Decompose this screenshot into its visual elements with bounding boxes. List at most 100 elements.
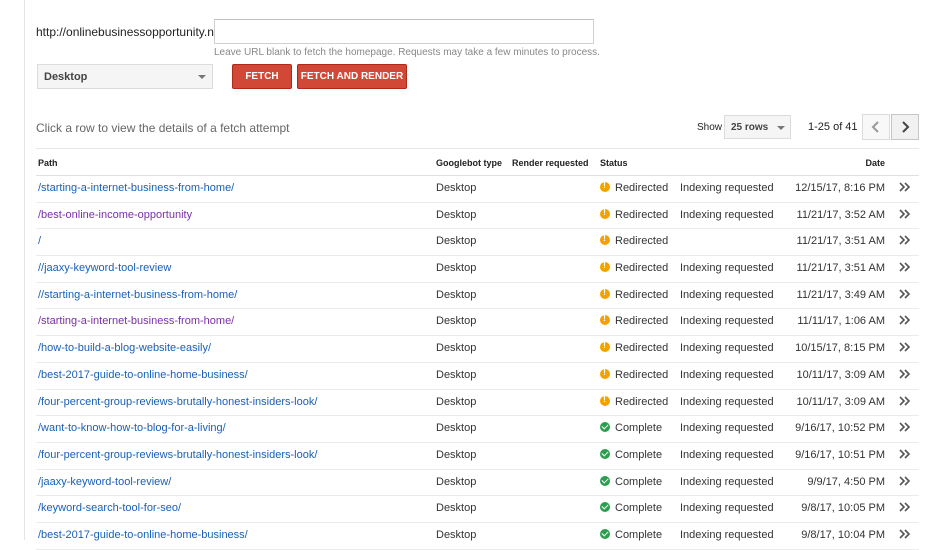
row-path-link[interactable]: /best-2017-guide-to-online-home-business…	[38, 369, 248, 381]
double-chevron-right-icon[interactable]	[899, 528, 911, 543]
row-date: 9/9/17, 4:50 PM	[807, 475, 885, 488]
row-status: Redirected	[600, 394, 668, 408]
table-row[interactable]: /starting-a-internet-business-from-home/…	[36, 309, 919, 337]
row-date: 11/11/17, 1:06 AM	[797, 315, 885, 328]
row-googlebot-type: Desktop	[436, 315, 477, 328]
row-status: Complete	[600, 422, 662, 434]
row-googlebot-type: Desktop	[436, 422, 477, 435]
warning-icon	[600, 287, 610, 299]
table-row[interactable]: /keyword-search-tool-for-seo/Desktop Comp…	[36, 496, 919, 523]
row-status-label: Redirected	[615, 342, 669, 355]
double-chevron-right-icon[interactable]	[899, 448, 911, 463]
row-path-link[interactable]: /starting-a-internet-business-from-home/	[38, 182, 234, 194]
row-googlebot-type: Desktop	[436, 182, 477, 194]
table-row[interactable]: / Desktop Redirected 11/21/17, 3:51 AM	[36, 229, 919, 257]
table-row[interactable]: /want-to-know-how-to-blog-for-a-living/D…	[36, 416, 919, 443]
table-row[interactable]: /best-online-income-opportunity Desktop Re…	[36, 203, 919, 230]
row-date: 10/11/17, 3:09 AM	[796, 395, 885, 408]
row-path-link[interactable]: /best-2017-guide-to-online-home-business…	[38, 529, 248, 541]
table-row[interactable]: //jaaxy-keyword-tool-review Desktop Redire…	[36, 256, 919, 283]
row-date: 10/15/17, 8:15 PM	[795, 342, 885, 355]
warning-icon	[600, 180, 610, 192]
row-status-label: Redirected	[615, 208, 669, 221]
row-date: 9/16/17, 10:52 PM	[795, 422, 885, 435]
warning-icon	[600, 340, 610, 353]
row-status-label: Redirected	[615, 315, 669, 328]
row-path-link[interactable]: /four-percent-group-reviews-brutally-hon…	[38, 449, 317, 461]
row-status-label: Redirected	[615, 182, 669, 194]
table-row[interactable]: /jaaxy-keyword-tool-review/Desktop Comple…	[36, 470, 919, 497]
warning-icon	[600, 207, 610, 219]
table-row[interactable]: //starting-a-internet-business-from-home…	[36, 283, 919, 310]
table-row[interactable]: /best-2017-guide-to-online-home-business…	[36, 363, 919, 390]
check-icon	[600, 422, 610, 433]
rows-per-page-select[interactable]: 25 rows	[724, 115, 791, 139]
row-date: 9/8/17, 10:04 PM	[801, 528, 885, 541]
row-googlebot-type: Desktop	[436, 528, 477, 541]
double-chevron-right-icon[interactable]	[899, 341, 911, 356]
row-path-link[interactable]: //jaaxy-keyword-tool-review	[38, 262, 171, 274]
row-status: Redirected	[600, 340, 669, 355]
warning-icon	[600, 233, 610, 246]
row-path-link[interactable]: /jaaxy-keyword-tool-review/	[38, 476, 171, 488]
show-label: Show	[697, 122, 723, 133]
table-row[interactable]: /how-to-build-a-blog-website-easily/Desk…	[36, 336, 919, 363]
row-googlebot-type: Desktop	[436, 368, 477, 381]
table-row[interactable]: /starting-a-internet-business-from-home/…	[36, 176, 919, 203]
double-chevron-right-icon[interactable]	[899, 395, 911, 410]
fetch-and-render-button[interactable]: FETCH AND RENDER	[297, 64, 407, 89]
row-date: 10/11/17, 3:09 AM	[796, 368, 885, 381]
previous-page-button[interactable]	[862, 114, 890, 140]
row-path-link[interactable]: /keyword-search-tool-for-seo/	[38, 502, 181, 514]
row-googlebot-type: Desktop	[436, 475, 477, 488]
row-indexing-status: Indexing requested	[680, 395, 774, 408]
row-path-link[interactable]: //starting-a-internet-business-from-home…	[38, 289, 237, 301]
row-date: 11/21/17, 3:52 AM	[796, 208, 885, 221]
rows-per-page-value: 25 rows	[731, 122, 769, 133]
device-select[interactable]: Desktop	[37, 64, 213, 89]
url-input[interactable]	[214, 19, 594, 44]
row-status-label: Complete	[615, 422, 663, 435]
row-click-hint: Click a row to view the details of a fet…	[36, 121, 290, 135]
row-path-link[interactable]: /best-online-income-opportunity	[38, 209, 192, 221]
table-row[interactable]: /four-percent-group-reviews-brutally-hon…	[36, 390, 919, 417]
row-path-link[interactable]: /starting-a-internet-business-from-home/	[38, 315, 234, 327]
device-select-value: Desktop	[44, 71, 88, 83]
double-chevron-right-icon[interactable]	[899, 314, 911, 329]
row-indexing-status: Indexing requested	[680, 368, 774, 381]
row-googlebot-type: Desktop	[436, 208, 477, 221]
header-status: Status	[600, 158, 628, 168]
check-icon	[600, 475, 610, 486]
header-googlebot-type: Googlebot type	[436, 158, 502, 168]
chevron-right-icon	[902, 121, 910, 133]
url-hint: Leave URL blank to fetch the homepage. R…	[214, 47, 600, 58]
chevron-left-icon	[871, 121, 879, 133]
double-chevron-right-icon[interactable]	[899, 501, 911, 516]
row-date: 11/21/17, 3:51 AM	[796, 235, 885, 248]
row-path-link[interactable]: /four-percent-group-reviews-brutally-hon…	[38, 396, 317, 408]
double-chevron-right-icon[interactable]	[899, 368, 911, 383]
row-status: Complete	[600, 502, 662, 514]
double-chevron-right-icon[interactable]	[899, 421, 911, 436]
double-chevron-right-icon[interactable]	[899, 288, 911, 303]
next-page-button[interactable]	[891, 114, 919, 140]
row-status-label: Redirected	[615, 235, 669, 248]
row-status-label: Redirected	[615, 368, 669, 381]
row-date: 12/15/17, 8:16 PM	[795, 182, 885, 194]
row-status-label: Complete	[615, 502, 663, 515]
double-chevron-right-icon[interactable]	[899, 234, 911, 249]
row-path-link[interactable]: /want-to-know-how-to-blog-for-a-living/	[38, 422, 226, 434]
double-chevron-right-icon[interactable]	[899, 208, 911, 223]
row-googlebot-type: Desktop	[436, 235, 477, 248]
table-row[interactable]: /four-percent-group-reviews-brutally-hon…	[36, 443, 919, 470]
table-row[interactable]: /best-2017-guide-to-online-home-business…	[36, 523, 919, 550]
row-path-link[interactable]: /how-to-build-a-blog-website-easily/	[38, 342, 211, 354]
row-path-link[interactable]: /	[38, 235, 41, 247]
double-chevron-right-icon[interactable]	[899, 261, 911, 276]
row-status: Complete	[600, 528, 662, 541]
warning-icon	[600, 260, 610, 273]
double-chevron-right-icon[interactable]	[899, 181, 911, 196]
double-chevron-right-icon[interactable]	[899, 475, 911, 490]
fetch-button[interactable]: FETCH	[232, 64, 292, 89]
row-status: Redirected	[600, 180, 669, 194]
